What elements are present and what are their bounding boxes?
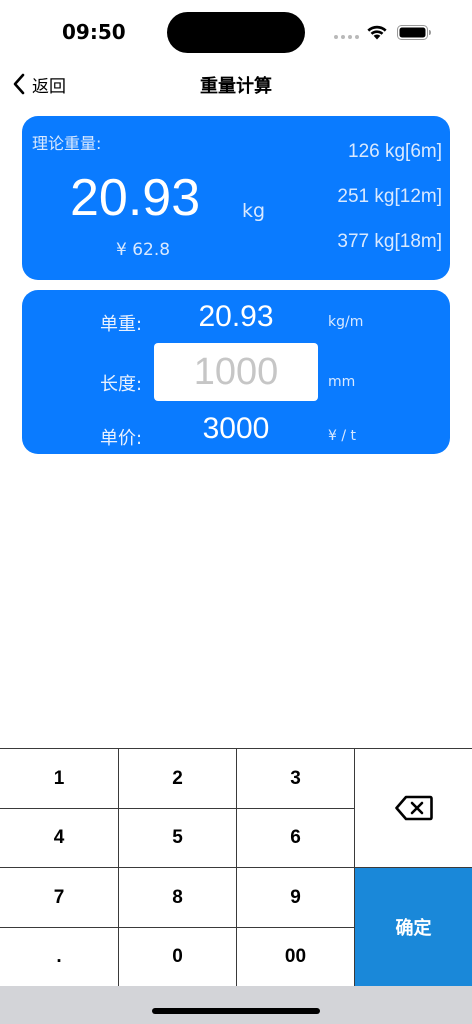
weight-12m: 251 kg[12m] bbox=[337, 186, 442, 207]
length-input[interactable] bbox=[154, 343, 318, 401]
weight-6m: 126 kg[6m] bbox=[348, 141, 442, 162]
unit-price-label: 单价: bbox=[100, 428, 143, 449]
theoretical-weight-unit: kg bbox=[242, 200, 266, 222]
page-title: 重量计算 bbox=[200, 76, 272, 97]
input-card: 单重: 20.93 kg/m 长度: mm 单价: 3000 ¥ / t bbox=[22, 290, 450, 454]
unit-weight-value: 20.93 bbox=[198, 300, 274, 333]
weight-18m: 377 kg[18m] bbox=[337, 231, 442, 252]
total-price: ¥ 62.8 bbox=[116, 240, 171, 260]
weight-calculator-screen: 09:50 返回 重量计算 理论重量: 20.93 kg ¥ 62.8 126 … bbox=[0, 0, 472, 1024]
unit-price-unit: ¥ / t bbox=[328, 428, 357, 444]
delete-backspace-icon bbox=[394, 795, 433, 821]
numeric-keypad: 1 2 3 4 5 6 7 8 9 . 0 00 确定 bbox=[0, 748, 472, 986]
key-9[interactable]: 9 bbox=[237, 867, 355, 927]
key-00[interactable]: 00 bbox=[237, 927, 355, 986]
key-0[interactable]: 0 bbox=[119, 927, 237, 986]
unit-weight-unit: kg/m bbox=[328, 314, 364, 330]
cellular-signal-icon bbox=[334, 35, 359, 39]
key-5[interactable]: 5 bbox=[119, 808, 237, 867]
status-bar: 09:50 bbox=[0, 0, 472, 62]
delete-button[interactable] bbox=[355, 748, 472, 867]
theoretical-weight-label: 理论重量: bbox=[32, 134, 102, 153]
home-indicator[interactable] bbox=[152, 1008, 320, 1014]
key-4[interactable]: 4 bbox=[0, 808, 119, 867]
unit-weight-label: 单重: bbox=[100, 314, 143, 335]
unit-price-value: 3000 bbox=[202, 412, 270, 445]
home-indicator-area bbox=[0, 986, 472, 1024]
key-8[interactable]: 8 bbox=[119, 867, 237, 927]
status-time: 09:50 bbox=[62, 20, 126, 44]
battery-icon bbox=[397, 25, 431, 40]
key-7[interactable]: 7 bbox=[0, 867, 119, 927]
key-3[interactable]: 3 bbox=[237, 748, 355, 808]
key-1[interactable]: 1 bbox=[0, 748, 119, 808]
theoretical-weight-value: 20.93 bbox=[70, 169, 201, 227]
length-weights-list: 126 kg[6m] 251 kg[12m] 377 kg[18m] bbox=[337, 140, 442, 275]
wifi-icon bbox=[367, 25, 387, 40]
result-card: 理论重量: 20.93 kg ¥ 62.8 126 kg[6m] 251 kg[… bbox=[22, 116, 450, 280]
dynamic-island bbox=[167, 12, 305, 53]
length-label: 长度: bbox=[100, 374, 143, 395]
key-2[interactable]: 2 bbox=[119, 748, 237, 808]
navigation-bar: 返回 重量计算 bbox=[0, 62, 472, 106]
key-6[interactable]: 6 bbox=[237, 808, 355, 867]
key-decimal[interactable]: . bbox=[0, 927, 119, 986]
length-unit: mm bbox=[328, 374, 356, 390]
confirm-button[interactable]: 确定 bbox=[355, 867, 472, 986]
